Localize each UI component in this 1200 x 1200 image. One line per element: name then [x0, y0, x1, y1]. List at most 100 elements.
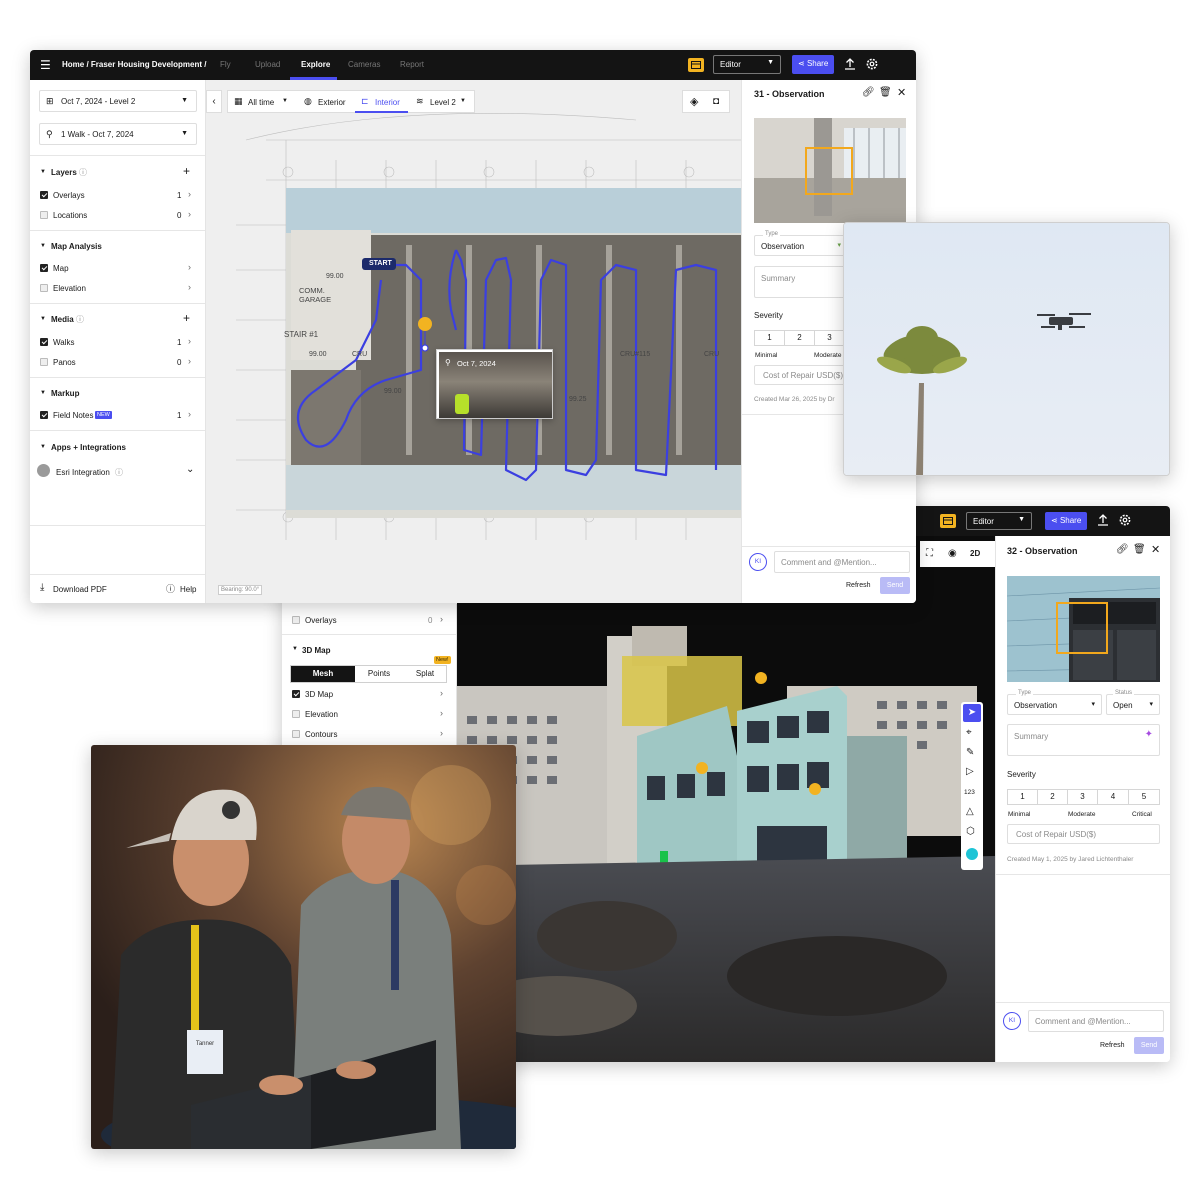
chevron-down-icon[interactable]: ⌄ — [186, 464, 194, 475]
type-select[interactable]: Type Observation ▾ — [754, 231, 848, 256]
floorplan-viewport[interactable]: START COMM. GARAGE STAIR #1 99.00 99.00 … — [206, 80, 741, 603]
chevron-right-icon[interactable]: › — [188, 356, 191, 366]
path-icon[interactable]: ▷ — [966, 766, 974, 777]
close-icon[interactable]: ✕ — [897, 86, 906, 99]
help-button[interactable]: Help — [180, 585, 196, 594]
map-checkbox[interactable] — [40, 264, 48, 272]
caret-down-icon[interactable]: ▼ — [40, 316, 46, 322]
caret-down-icon[interactable]: ▼ — [40, 444, 46, 450]
walks-checkbox[interactable] — [40, 338, 48, 346]
observation-photo[interactable] — [754, 118, 906, 223]
info-icon[interactable]: ⓘ — [79, 167, 87, 178]
panos-checkbox[interactable] — [40, 358, 48, 366]
layers-stack-icon[interactable]: ◈ — [690, 95, 698, 108]
download-pdf-button[interactable]: Download PDF — [53, 585, 107, 594]
chevron-right-icon[interactable]: › — [440, 708, 443, 718]
severity-3[interactable]: 3 — [814, 330, 845, 346]
editor-select[interactable]: Editor ▼ — [713, 55, 781, 74]
severity-1[interactable]: 1 — [754, 330, 785, 346]
layout-icon[interactable] — [940, 514, 956, 528]
pano-preview-card[interactable]: ⚲ Oct 7, 2024 — [436, 349, 553, 419]
caret-down-icon[interactable]: ▼ — [292, 646, 298, 652]
overlays-checkbox[interactable] — [292, 616, 300, 624]
help-icon[interactable]: ⓘ — [166, 582, 175, 595]
link-icon[interactable]: 🔗︎ — [862, 87, 875, 98]
observation-photo[interactable] — [1007, 576, 1160, 682]
chevron-right-icon[interactable]: › — [188, 409, 191, 419]
upload-icon[interactable] — [1096, 513, 1110, 527]
3d-mesh-viewport[interactable]: ⛶ ◉ 2D ➤ ⌖ ✎ ▷ 123 △ ⬡ — [457, 536, 995, 1062]
tab-fly[interactable]: Fly — [220, 60, 231, 69]
elevation-checkbox[interactable] — [292, 710, 300, 718]
gear-icon[interactable] — [1118, 513, 1132, 527]
pin-icon[interactable]: ⌖ — [966, 727, 972, 738]
chevron-right-icon[interactable]: › — [440, 728, 443, 738]
sparkle-icon[interactable]: ✦ — [1145, 729, 1153, 740]
tab-report[interactable]: Report — [400, 60, 424, 69]
hamburger-menu-icon[interactable]: ☰ — [40, 58, 51, 72]
caret-down-icon[interactable]: ▼ — [40, 390, 46, 396]
comment-input[interactable]: Comment and @Mention... — [1028, 1010, 1164, 1032]
chevron-right-icon[interactable]: › — [188, 262, 191, 272]
color-swatch[interactable] — [966, 848, 978, 860]
severity-5[interactable]: 5 — [1128, 789, 1160, 805]
send-button[interactable]: Send — [880, 577, 910, 594]
severity-1[interactable]: 1 — [1007, 789, 1038, 805]
ruler-icon[interactable]: ✎ — [966, 747, 974, 758]
eye-icon[interactable]: ◉ — [948, 548, 957, 559]
tab-cameras[interactable]: Cameras — [348, 60, 380, 69]
chevron-right-icon[interactable]: › — [188, 209, 191, 219]
refresh-link[interactable]: Refresh — [846, 582, 871, 589]
walk-select[interactable]: ⚲ 1 Walk - Oct 7, 2024 ▼ — [39, 123, 197, 145]
link-icon[interactable]: 🔗︎ — [1116, 544, 1129, 555]
severity-2[interactable]: 2 — [784, 330, 815, 346]
severity-2[interactable]: 2 — [1037, 789, 1068, 805]
severity-4[interactable]: 4 — [1097, 789, 1129, 805]
send-button[interactable]: Send — [1134, 1037, 1164, 1054]
interior-tab[interactable]: Interior — [375, 98, 400, 107]
contours-checkbox[interactable] — [292, 730, 300, 738]
add-media-icon[interactable]: + — [183, 311, 190, 325]
chevron-right-icon[interactable]: › — [440, 688, 443, 698]
share-button[interactable]: ⋖ Share — [1045, 512, 1087, 530]
cube-icon[interactable]: ⬡ — [966, 826, 975, 837]
exterior-tab[interactable]: Exterior — [318, 98, 346, 107]
cone-icon[interactable]: △ — [966, 806, 974, 817]
chevron-right-icon[interactable]: › — [188, 336, 191, 346]
measure-123-button[interactable]: 123 — [964, 789, 975, 796]
editor-select[interactable]: Editor ▼ — [966, 512, 1032, 530]
add-layer-icon[interactable]: + — [183, 164, 190, 178]
select-pointer-icon[interactable]: ➤ — [963, 704, 981, 722]
locations-checkbox[interactable] — [40, 211, 48, 219]
severity-3[interactable]: 3 — [1067, 789, 1098, 805]
seg-points[interactable]: Points — [355, 666, 403, 682]
close-icon[interactable]: ✕ — [1151, 543, 1160, 556]
field-notes-checkbox[interactable] — [40, 411, 48, 419]
overlays-checkbox[interactable] — [40, 191, 48, 199]
gear-icon[interactable] — [865, 57, 879, 71]
seg-splat[interactable]: Splat — [403, 666, 447, 682]
date-level-select[interactable]: ⊞ Oct 7, 2024 - Level 2 ▼ — [39, 90, 197, 112]
caret-down-icon[interactable]: ▼ — [40, 243, 46, 249]
info-icon[interactable]: ⓘ — [76, 314, 84, 325]
status-select[interactable]: Status Open ▾ — [1106, 690, 1160, 715]
expand-icon[interactable]: ⛶ — [926, 548, 933, 559]
trash-icon[interactable]: 🗑︎ — [879, 87, 892, 98]
chevron-right-icon[interactable]: › — [188, 282, 191, 292]
cost-field[interactable]: Cost of Repair USD($) — [1007, 824, 1160, 844]
refresh-link[interactable]: Refresh — [1100, 1042, 1125, 1049]
layout-icon[interactable] — [688, 58, 704, 72]
cost-field[interactable]: Cost of Repair USD($) — [754, 365, 848, 385]
chevron-right-icon[interactable]: › — [188, 189, 191, 199]
level-select[interactable]: Level 2 — [430, 98, 456, 107]
time-filter[interactable]: All time — [248, 98, 274, 107]
upload-icon[interactable] — [843, 57, 857, 71]
trash-icon[interactable]: 🗑︎ — [1133, 544, 1146, 555]
tab-explore[interactable]: Explore — [301, 60, 330, 69]
info-icon[interactable]: ⓘ — [115, 467, 123, 478]
caret-down-icon[interactable]: ▼ — [40, 169, 46, 175]
download-icon[interactable]: ⤓ — [40, 582, 44, 593]
breadcrumb[interactable]: Home / Fraser Housing Development / — [62, 60, 206, 69]
3d-map-checkbox[interactable] — [292, 690, 300, 698]
type-select[interactable]: Type Observation ▾ — [1007, 690, 1102, 715]
